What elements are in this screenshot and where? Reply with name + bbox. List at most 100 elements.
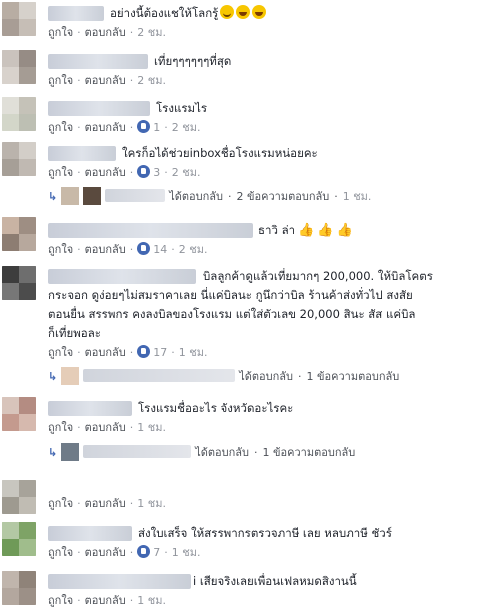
like-link[interactable]: ถูกใจ bbox=[48, 594, 73, 607]
like-link[interactable]: ถูกใจ bbox=[48, 243, 73, 256]
reply-link[interactable]: ตอบกลับ bbox=[85, 26, 126, 39]
timestamp[interactable]: 1 ชม. bbox=[137, 594, 166, 607]
comment: อย่างนี้ต้องแชให้โลกรู้ ถูกใจ · ตอบกลับ · 2 … bbox=[0, 0, 493, 40]
like-count[interactable]: 3 bbox=[153, 166, 160, 179]
comment-text: บิลลูกค้าดูแล้วเที่ยมากๆ 200,000. ให้บิล… bbox=[48, 269, 433, 340]
commenter-name[interactable] bbox=[48, 6, 104, 21]
avatar[interactable] bbox=[2, 571, 36, 605]
comment-text: ธาวิ ล่า 👍 👍 👍 bbox=[258, 223, 353, 238]
like-link[interactable]: ถูกใจ bbox=[48, 497, 73, 510]
commenter-name[interactable] bbox=[48, 574, 191, 589]
comment: โรงแรมไร ถูกใจ · ตอบกลับ · 1 · 2 ชม. bbox=[0, 95, 493, 137]
avatar[interactable] bbox=[2, 2, 36, 36]
reply-link[interactable]: ตอบกลับ bbox=[85, 594, 126, 607]
reply-arrow-icon: ↳ bbox=[48, 190, 58, 203]
avatar[interactable] bbox=[2, 266, 36, 300]
reply-timestamp: 1 ชม. bbox=[342, 190, 372, 203]
timestamp[interactable]: 1 ชม. bbox=[179, 346, 208, 359]
timestamp[interactable]: 1 ชม. bbox=[137, 497, 166, 510]
like-count[interactable]: 7 bbox=[153, 546, 160, 559]
replied-label: ได้ตอบกลับ bbox=[195, 446, 250, 459]
reply-link[interactable]: ตอบกลับ bbox=[85, 166, 126, 179]
comment: โรงแรมชื่ออะไร จังหวัดอะไรคะ ถูกใจ · ตอบกล… bbox=[0, 395, 493, 465]
avatar[interactable] bbox=[2, 522, 36, 556]
timestamp[interactable]: 1 ชม. bbox=[172, 546, 201, 559]
like-link[interactable]: ถูกใจ bbox=[48, 26, 73, 39]
reply-link[interactable]: ตอบกลับ bbox=[85, 74, 126, 87]
comment-text: อย่างนี้ต้องแชให้โลกรู้ bbox=[110, 4, 485, 23]
like-count[interactable]: 17 bbox=[153, 346, 167, 359]
replier-name bbox=[83, 445, 192, 458]
commenter-name[interactable] bbox=[48, 146, 116, 161]
reply-link[interactable]: ตอบกลับ bbox=[85, 421, 126, 434]
comment-meta: ถูกใจ · ตอบกลับ · 1 ชม. bbox=[48, 421, 166, 434]
timestamp[interactable]: 1 ชม. bbox=[137, 421, 166, 434]
comment-meta: ถูกใจ · ตอบกลับ · 17 · 1 ชม. bbox=[48, 345, 208, 359]
replier-avatar bbox=[61, 443, 80, 461]
like-link[interactable]: ถูกใจ bbox=[48, 546, 73, 559]
comment-text: โรงแรมชื่ออะไร จังหวัดอะไรคะ bbox=[138, 401, 294, 415]
avatar[interactable] bbox=[2, 142, 36, 176]
thumbs-up-emoji-icon: 👍 bbox=[336, 223, 353, 238]
view-replies-link[interactable]: ↳ ได้ตอบกลับ · 2 ข้อความตอบกลับ · 1 ชม. bbox=[48, 187, 371, 206]
view-replies-link[interactable]: ↳ ได้ตอบกลับ · 1 ข้อความตอบกลับ bbox=[48, 443, 355, 462]
like-link[interactable]: ถูกใจ bbox=[48, 121, 73, 134]
laugh-emoji-icon bbox=[236, 5, 251, 19]
commenter-name[interactable] bbox=[48, 54, 148, 69]
like-count-icon bbox=[137, 242, 151, 255]
commenter-name[interactable] bbox=[48, 101, 150, 116]
view-replies-link[interactable]: ↳ ได้ตอบกลับ · 1 ข้อความตอบกลับ bbox=[48, 367, 399, 386]
like-link[interactable]: ถูกใจ bbox=[48, 74, 73, 87]
like-count[interactable]: 1 bbox=[153, 121, 160, 134]
replier-name bbox=[105, 189, 166, 202]
like-count-icon bbox=[137, 345, 151, 358]
replier-name bbox=[83, 369, 236, 382]
timestamp[interactable]: 2 ชม. bbox=[137, 74, 166, 87]
commenter-name[interactable] bbox=[48, 526, 132, 541]
smile-emoji-icon bbox=[220, 5, 235, 19]
comment-meta: ถูกใจ · ตอบกลับ · 1 ชม. bbox=[48, 594, 166, 607]
commenter-name[interactable] bbox=[48, 401, 132, 416]
reply-link[interactable]: ตอบกลับ bbox=[85, 346, 126, 359]
avatar[interactable] bbox=[2, 97, 36, 131]
like-link[interactable]: ถูกใจ bbox=[48, 166, 73, 179]
thumbs-up-emoji-icon: 👍 bbox=[317, 223, 334, 238]
reply-link[interactable]: ตอบกลับ bbox=[85, 121, 126, 134]
comment: เที่ยๆๆๆๆๆๆที่สุด ถูกใจ · ตอบกลับ · 2 ชม. bbox=[0, 48, 493, 88]
comment-meta: ถูกใจ · ตอบกลับ · 7 · 1 ชม. bbox=[48, 545, 201, 559]
timestamp[interactable]: 2 ชม. bbox=[137, 26, 166, 39]
replier-avatar bbox=[61, 367, 80, 385]
reply-count: 2 ข้อความตอบกลับ bbox=[236, 190, 330, 203]
like-count[interactable]: 14 bbox=[153, 243, 167, 256]
avatar[interactable] bbox=[2, 50, 36, 84]
comment-text: เที่ยๆๆๆๆๆๆที่สุด bbox=[154, 54, 232, 68]
comment-meta: ถูกใจ · ตอบกลับ · 3 · 2 ชม. bbox=[48, 165, 201, 179]
reply-link[interactable]: ตอบกลับ bbox=[85, 546, 126, 559]
commenter-name[interactable] bbox=[48, 223, 253, 238]
comment: ใครก็อได้ช่วยinboxชื่อโรงแรมหน่อยคะ ถูกใ… bbox=[0, 140, 493, 210]
like-link[interactable]: ถูกใจ bbox=[48, 346, 73, 359]
comment-meta: ถูกใจ · ตอบกลับ · 2 ชม. bbox=[48, 74, 166, 87]
avatar[interactable] bbox=[2, 397, 36, 431]
laugh-emoji-icon bbox=[252, 5, 267, 19]
timestamp[interactable]: 2 ชม. bbox=[172, 166, 201, 179]
avatar[interactable] bbox=[2, 480, 36, 514]
avatar[interactable] bbox=[2, 217, 36, 251]
comment-meta: ถูกใจ · ตอบกลับ · 14 · 2 ชม. bbox=[48, 242, 208, 256]
comment: i เสียจริงเลยเพื่อนเฟลหมดสิงานนี้ ถูกใจ ·… bbox=[0, 569, 493, 609]
comment: ธาวิ ล่า 👍 👍 👍 ถูกใจ · ตอบกลับ · 14 · 2 ชม. bbox=[0, 215, 493, 260]
reply-arrow-icon: ↳ bbox=[48, 370, 58, 383]
reply-arrow-icon: ↳ bbox=[48, 446, 58, 459]
like-link[interactable]: ถูกใจ bbox=[48, 421, 73, 434]
comment-text: ใครก็อได้ช่วยinboxชื่อโรงแรมหน่อยคะ bbox=[122, 146, 318, 160]
timestamp[interactable]: 2 ชม. bbox=[179, 243, 208, 256]
comment: ถูกใจ · ตอบกลับ · 1 ชม. bbox=[0, 480, 493, 516]
replied-label: ได้ตอบกลับ bbox=[169, 190, 224, 203]
timestamp[interactable]: 2 ชม. bbox=[172, 121, 201, 134]
reply-link[interactable]: ตอบกลับ bbox=[85, 497, 126, 510]
replier-avatar bbox=[83, 187, 102, 205]
like-count-icon bbox=[137, 545, 151, 558]
reply-link[interactable]: ตอบกลับ bbox=[85, 243, 126, 256]
thumbs-up-emoji-icon: 👍 bbox=[298, 223, 315, 238]
comment-text: i เสียจริงเลยเพื่อนเฟลหมดสิงานนี้ bbox=[193, 574, 357, 588]
